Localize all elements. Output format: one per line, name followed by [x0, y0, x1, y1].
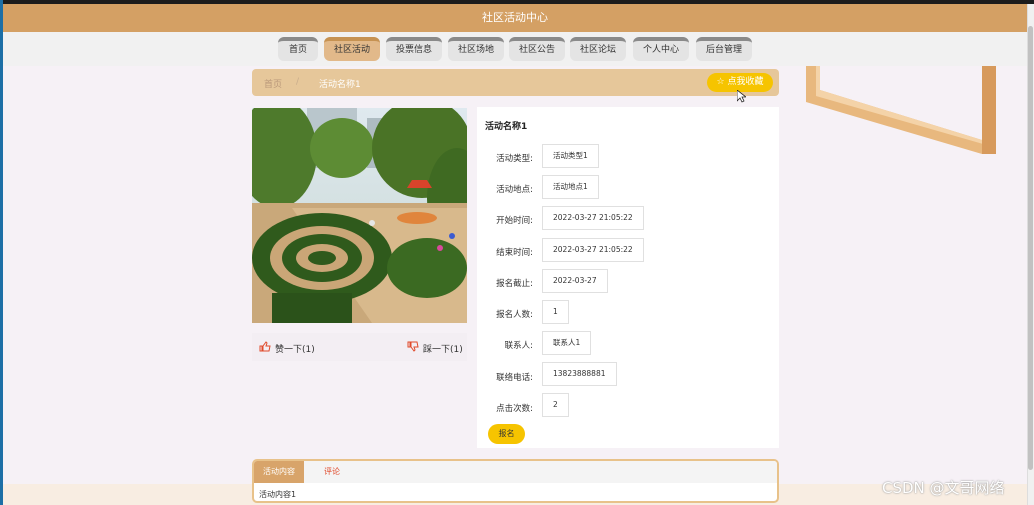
thumbs-up-icon [259, 341, 271, 352]
location-value: 活动地点1 [542, 175, 599, 199]
clicks-label: 点击次数: [496, 404, 533, 414]
site-title: 社区活动中心 [3, 4, 1027, 32]
activity-detail-panel: 活动名称1 活动类型: 活动类型1 活动地点: 活动地点1 开始时间: 2022… [477, 107, 779, 448]
phone-value: 13823888881 [542, 362, 617, 386]
nav-forum[interactable]: 社区论坛 [570, 37, 626, 61]
nav-notices[interactable]: 社区公告 [509, 37, 565, 61]
breadcrumb-separator: / [296, 77, 300, 87]
signup-button[interactable]: 报名 [488, 424, 525, 444]
start-time-value: 2022-03-27 21:05:22 [542, 206, 644, 230]
activity-photo [252, 108, 467, 323]
deadline-label: 报名截止: [496, 279, 533, 289]
mouse-cursor-icon [737, 90, 746, 103]
nav-venues[interactable]: 社区场地 [448, 37, 504, 61]
scrollbar-thumb[interactable] [1028, 26, 1033, 470]
breadcrumb: 首页 / 活动名称1 ☆ 点我收藏 [252, 69, 779, 96]
dislike-label: 踩一下(1) [423, 345, 463, 355]
watermark: CSDN @文哥网络 [882, 479, 1005, 497]
nav-user-center[interactable]: 个人中心 [633, 37, 689, 61]
signup-count-value: 1 [542, 300, 569, 324]
contact-value: 联系人1 [542, 331, 592, 355]
nav-admin[interactable]: 后台管理 [696, 37, 752, 61]
clicks-value: 2 [542, 393, 569, 417]
activity-content-text: 活动内容1 [259, 490, 297, 499]
breadcrumb-home[interactable]: 首页 [264, 77, 282, 90]
tab-comments[interactable]: 评论 [314, 461, 350, 483]
type-label: 活动类型: [496, 154, 533, 164]
deadline-value: 2022-03-27 [542, 269, 608, 293]
type-value: 活动类型1 [542, 144, 599, 168]
tab-activity-content[interactable]: 活动内容 [254, 461, 304, 483]
decorative-frame [806, 66, 996, 154]
breadcrumb-current: 活动名称1 [319, 80, 361, 90]
phone-label: 联络电话: [496, 373, 533, 383]
vote-bar: 赞一下(1) 踩一下(1) [252, 333, 467, 361]
main-nav: 首页 社区活动 投票信息 社区场地 社区公告 社区论坛 个人中心 后台管理 [3, 32, 1027, 66]
end-time-value: 2022-03-27 21:05:22 [542, 238, 644, 262]
signup-count-label: 报名人数: [496, 310, 533, 320]
start-time-label: 开始时间: [496, 216, 533, 226]
contact-label: 联系人: [504, 341, 533, 351]
content-tabs: 活动内容 评论 活动内容1 [252, 459, 779, 503]
thumbs-down-icon [407, 341, 419, 352]
tabs-header: 活动内容 评论 [254, 461, 777, 483]
like-button[interactable]: 赞一下(1) [259, 341, 315, 355]
nav-votes[interactable]: 投票信息 [386, 37, 442, 61]
like-label: 赞一下(1) [275, 345, 315, 355]
left-edge-bar [0, 0, 3, 505]
location-label: 活动地点: [496, 185, 533, 195]
end-time-label: 结束时间: [496, 248, 533, 258]
dislike-button[interactable]: 踩一下(1) [407, 341, 463, 355]
activity-name: 活动名称1 [485, 122, 528, 132]
nav-activities[interactable]: 社区活动 [324, 37, 380, 61]
nav-home[interactable]: 首页 [278, 37, 318, 61]
